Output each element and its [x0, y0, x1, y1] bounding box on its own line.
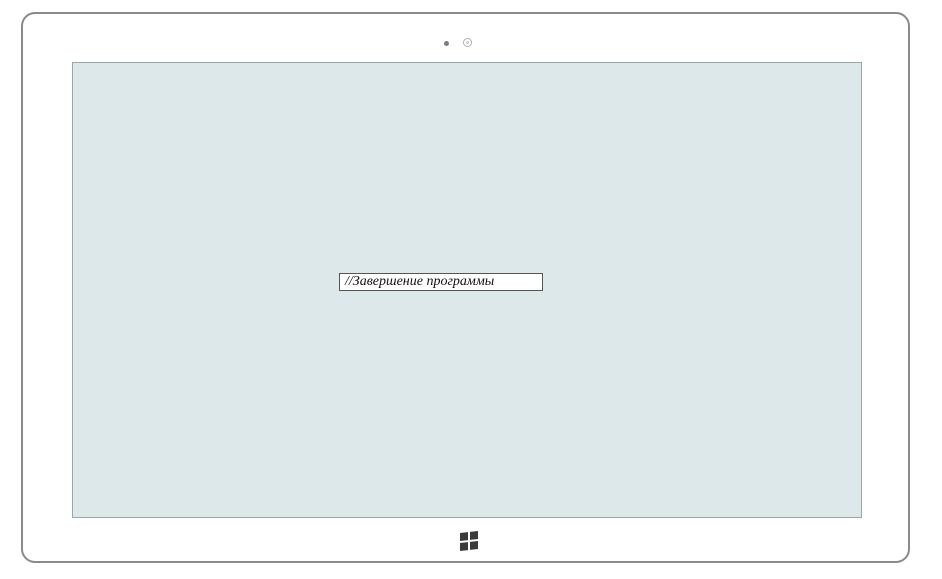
- windows-logo-icon: [460, 532, 468, 541]
- windows-button[interactable]: [460, 531, 478, 551]
- code-comment-label: //Завершение программы: [339, 273, 543, 291]
- tablet-screen: //Завершение программы: [72, 62, 862, 518]
- light-sensor-icon: [444, 41, 449, 46]
- camera-icon: [463, 38, 472, 47]
- tablet-frame: //Завершение программы: [21, 12, 910, 563]
